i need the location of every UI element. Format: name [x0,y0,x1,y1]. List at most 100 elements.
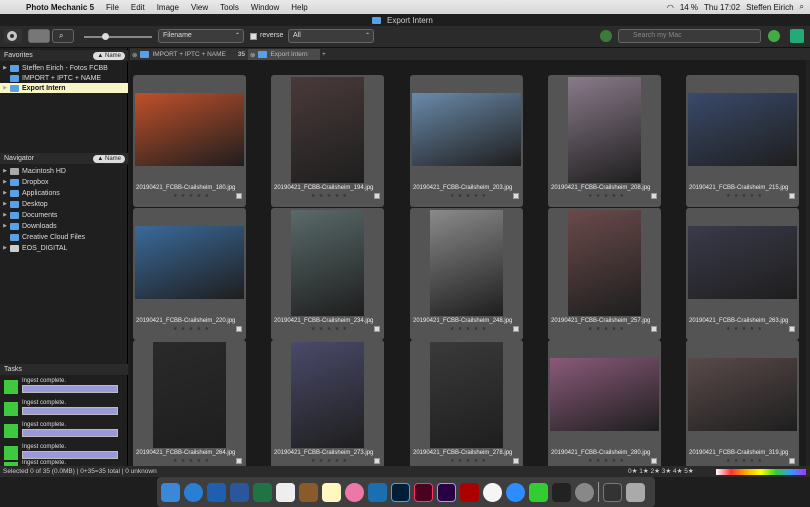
thumbnail-cell[interactable]: 20190421_FCBB-Crailsheim_248.jpg ★ ★ ★ ★ … [410,208,523,340]
tag-checkbox[interactable] [374,326,380,332]
search-icon[interactable]: ⌕ [800,2,804,12]
thumbnail-image[interactable] [550,358,659,431]
thumbnail-image[interactable] [430,342,503,448]
thumbnail-image[interactable] [568,77,641,183]
tag-checkbox[interactable] [236,326,242,332]
menu-tools[interactable]: Tools [214,3,245,12]
star-rating[interactable]: ★ ★ ★ ★ ★ [588,458,625,464]
reverse-checkbox[interactable] [250,33,257,40]
music-icon[interactable] [483,482,502,502]
star-rating[interactable]: ★ ★ ★ ★ ★ [173,326,210,332]
tag-checkbox[interactable] [651,458,657,464]
nav-item[interactable]: ▶ Macintosh HD [0,166,128,176]
navigator-sort-button[interactable]: ▲ Name [93,154,125,163]
word-icon[interactable] [230,482,249,502]
menu-help[interactable]: Help [285,3,313,12]
rating-filter[interactable]: 0★ 1★ 2★ 3★ 4★ 5★ [628,466,694,477]
nav-item[interactable]: ▶ Documents [0,210,128,220]
favorite-item[interactable]: IMPORT + IPTC + NAME [0,73,128,83]
activity-monitor-icon[interactable] [552,482,571,502]
calendar-icon[interactable] [276,482,295,502]
menu-file[interactable]: File [100,3,125,12]
excel-icon[interactable] [253,482,272,502]
thumbnail-cell[interactable]: 20190421_FCBB-Crailsheim_264.jpg ★ ★ ★ ★ … [133,340,246,466]
star-rating[interactable]: ★ ★ ★ ★ ★ [588,326,625,332]
thumbnail-image[interactable] [135,226,244,299]
thumbnail-cell[interactable]: 20190421_FCBB-Crailsheim_280.jpg ★ ★ ★ ★ … [548,340,661,466]
photoshop-icon[interactable] [391,482,410,502]
trash-icon[interactable] [626,482,645,502]
tag-checkbox[interactable] [651,193,657,199]
tag-checkbox[interactable] [513,458,519,464]
thumbnail-cell[interactable]: 20190421_FCBB-Crailsheim_257.jpg ★ ★ ★ ★ … [548,208,661,340]
wifi-icon[interactable]: ◠ [667,3,674,12]
tab-export-intern[interactable]: ⊗ Export Intern [248,49,320,60]
tag-checkbox[interactable] [236,193,242,199]
thumbnail-size-slider[interactable] [84,36,152,38]
thumbnail-cell[interactable]: 20190421_FCBB-Crailsheim_234.jpg ★ ★ ★ ★ … [271,208,384,340]
thumbnail-image[interactable] [153,342,226,448]
status-light-icon[interactable] [768,30,780,42]
preview-window-icon[interactable] [603,482,622,502]
thumbnail-image[interactable] [135,93,244,166]
close-icon[interactable]: ⊗ [250,51,255,59]
close-icon[interactable]: ⊗ [132,51,137,59]
menu-edit[interactable]: Edit [125,3,151,12]
favorites-sort-button[interactable]: ▲ Name [93,51,125,60]
nav-item[interactable]: ▶ Downloads [0,221,128,231]
tab-import[interactable]: ⊗ IMPORT + IPTC + NAME 35 [130,49,248,60]
thumbnail-cell[interactable]: 20190421_FCBB-Crailsheim_220.jpg ★ ★ ★ ★ … [133,208,246,340]
messages-icon[interactable] [506,482,525,502]
nav-item[interactable]: ▶ Dropbox [0,177,128,187]
tag-checkbox[interactable] [374,458,380,464]
nav-item[interactable]: Creative Cloud Files [0,232,128,242]
nav-item[interactable]: ▶ Applications [0,188,128,198]
nav-item[interactable]: ▶ Desktop [0,199,128,209]
star-rating[interactable]: ★ ★ ★ ★ ★ [311,458,348,464]
thumbnail-image[interactable] [568,210,641,316]
thumbnail-cell[interactable]: 20190421_FCBB-Crailsheim_203.jpg ★ ★ ★ ★ … [410,75,523,207]
thumbnail-image[interactable] [430,210,503,316]
star-rating[interactable]: ★ ★ ★ ★ ★ [726,193,763,199]
filter-select[interactable]: All ⌃ [288,29,374,43]
system-preferences-icon[interactable] [575,482,594,502]
star-rating[interactable]: ★ ★ ★ ★ ★ [450,458,487,464]
thumbnail-image[interactable] [688,226,797,299]
color-class-bar[interactable] [716,469,806,475]
clock[interactable]: Thu 17:02 [704,3,740,12]
outlook-icon[interactable] [207,482,226,502]
acrobat-icon[interactable] [460,482,479,502]
star-rating[interactable]: ★ ★ ★ ★ ★ [450,326,487,332]
globe-icon[interactable] [600,30,612,42]
tag-checkbox[interactable] [789,326,795,332]
thumbnail-image[interactable] [291,77,364,183]
battery-text[interactable]: 14 % [680,3,698,12]
app-menu[interactable]: Photo Mechanic 5 [22,3,100,12]
star-rating[interactable]: ★ ★ ★ ★ ★ [726,458,763,464]
thumbnail-cell[interactable]: 20190421_FCBB-Crailsheim_278.jpg ★ ★ ★ ★ … [410,340,523,466]
star-rating[interactable]: ★ ★ ★ ★ ★ [173,458,210,464]
menu-view[interactable]: View [185,3,214,12]
tag-checkbox[interactable] [789,193,795,199]
menu-window[interactable]: Window [245,3,285,12]
app-logo-icon[interactable] [790,29,804,43]
thumbnail-cell[interactable]: 20190421_FCBB-Crailsheim_319.jpg ★ ★ ★ ★ … [686,340,799,466]
finder-icon[interactable] [161,482,180,502]
star-rating[interactable]: ★ ★ ★ ★ ★ [311,193,348,199]
thumbnail-cell[interactable]: 20190421_FCBB-Crailsheim_263.jpg ★ ★ ★ ★ … [686,208,799,340]
tag-checkbox[interactable] [513,193,519,199]
premiere-icon[interactable] [437,482,456,502]
stickies-icon[interactable] [322,482,341,502]
thumbnail-cell[interactable]: 20190421_FCBB-Crailsheim_194.jpg ★ ★ ★ ★ … [271,75,384,207]
thumbnail-image[interactable] [688,93,797,166]
thumbnail-image[interactable] [412,93,521,166]
add-tab-button[interactable]: + [320,49,330,60]
user-name[interactable]: Steffen Eirich [746,3,793,12]
star-rating[interactable]: ★ ★ ★ ★ ★ [588,193,625,199]
star-rating[interactable]: ★ ★ ★ ★ ★ [173,193,210,199]
star-rating[interactable]: ★ ★ ★ ★ ★ [726,326,763,332]
thumbnail-image[interactable] [291,342,364,448]
sort-select[interactable]: Filename ⌃ [158,29,244,43]
thumbnail-cell[interactable]: 20190421_FCBB-Crailsheim_208.jpg ★ ★ ★ ★ … [548,75,661,207]
photos-icon[interactable] [345,482,364,502]
